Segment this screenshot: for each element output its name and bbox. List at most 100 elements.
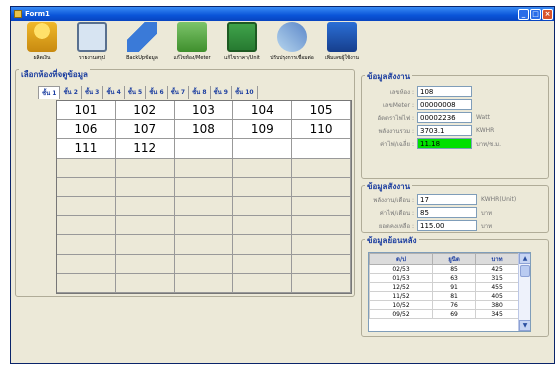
- power-rate-field[interactable]: 00002236: [417, 112, 472, 123]
- history-scrollbar[interactable]: ▲ ▼: [518, 253, 530, 331]
- toolbar-button-report[interactable]: รายงานสรุป: [67, 21, 117, 65]
- empty-room-cell: [174, 235, 234, 255]
- room-cell[interactable]: 107: [115, 120, 175, 140]
- room-cell[interactable]: 105: [292, 101, 351, 121]
- field-monthly-energy: พลังงาน/เดือน : 17 KWHR(Unit): [373, 194, 517, 205]
- window-title: Form1: [25, 10, 50, 18]
- balance-field[interactable]: 115.00: [417, 220, 477, 231]
- empty-room-cell: [174, 254, 234, 274]
- history-row[interactable]: 10/52 76 380: [369, 300, 519, 310]
- room-cell[interactable]: 102: [115, 101, 175, 121]
- field-balance: ยอดคงเหลือ : 115.00 บาท: [378, 220, 493, 231]
- empty-room-cell: [292, 235, 351, 255]
- history-cell: 76: [431, 300, 477, 310]
- history-cell: 345: [475, 309, 519, 319]
- scroll-up-icon[interactable]: ▲: [519, 253, 530, 264]
- field-monthly-cost: ค่าไฟ/เดือน : 85 บาท: [379, 207, 493, 218]
- scroll-thumb[interactable]: [520, 265, 530, 277]
- history-cell: 12/52: [369, 282, 433, 292]
- room-cell[interactable]: 106: [57, 120, 116, 140]
- room-selector-panel: เลือกห้องที่จดูข้อมูล ชั้น 1 ชั้น 2 ชั้น…: [15, 68, 355, 297]
- plug-icon: [277, 22, 307, 52]
- monthly-info-legend: ข้อมูลสังงาน: [365, 180, 413, 193]
- room-cell[interactable]: 108: [174, 120, 234, 140]
- field-total-energy: พลังงานรวม : 3703.1 KWHR: [378, 125, 495, 136]
- empty-room-cell: [233, 273, 293, 293]
- empty-room-cell: [57, 197, 116, 217]
- avg-cost-field[interactable]: 11.18: [417, 138, 472, 149]
- history-cell: 380: [475, 300, 519, 310]
- floor-tabs: ชั้น 1 ชั้น 2 ชั้น 3 ชั้น 4 ชั้น 5 ชั้น …: [38, 86, 258, 99]
- history-row[interactable]: 02/53 85 425: [369, 264, 519, 274]
- empty-room-cell: [57, 273, 116, 293]
- room-cell[interactable]: 112: [115, 139, 175, 159]
- tab-floor-6[interactable]: ชั้น 6: [146, 86, 168, 99]
- empty-room-cell: [115, 235, 175, 255]
- tab-floor-8[interactable]: ชั้น 8: [189, 86, 211, 99]
- history-col-baht: บาท: [475, 253, 519, 265]
- tab-floor-10[interactable]: ชั้น 10: [232, 86, 258, 99]
- empty-room-cell: [115, 177, 175, 197]
- empty-room-cell: [292, 254, 351, 274]
- history-row[interactable]: 09/52 69 345: [369, 309, 519, 319]
- toolbar-button-generate[interactable]: ผลิตเงิน: [17, 21, 67, 65]
- empty-room-cell: [174, 177, 234, 197]
- history-table-container[interactable]: ด/ป ยูนิต บาท 02/53 85 425 01/53 63 315 12/52 9…: [368, 252, 531, 332]
- empty-room-cell: [292, 197, 351, 217]
- room-cell[interactable]: 109: [233, 120, 293, 140]
- toolbar-button-connection[interactable]: ปรับปรุงการเชื่อมต่อ: [267, 21, 317, 65]
- toolbar: ผลิตเงิน รายงานสรุป BackUpข้อมูล แก้ไขห้…: [11, 21, 554, 65]
- empty-room-cell: [233, 197, 293, 217]
- total-energy-field[interactable]: 3703.1: [417, 125, 472, 136]
- history-cell: 01/53: [369, 273, 433, 283]
- history-row[interactable]: 12/52 91 455: [369, 282, 519, 292]
- network-icon: [177, 22, 207, 52]
- meter-number-field[interactable]: 00000008: [417, 99, 472, 110]
- toolbar-button-backup[interactable]: BackUpข้อมูล: [117, 21, 167, 65]
- meter-info-box: ข้อมูลสังงาน เลขห้อง : 108 เลขMeter : 00…: [361, 70, 549, 179]
- empty-room-cell: [57, 158, 116, 178]
- history-cell: 11/52: [369, 291, 433, 301]
- tab-floor-9[interactable]: ชั้น 9: [211, 86, 232, 99]
- tab-floor-1[interactable]: ชั้น 1: [38, 86, 61, 99]
- history-col-date: ด/ป: [369, 253, 433, 265]
- history-cell: 91: [431, 282, 477, 292]
- tab-floor-3[interactable]: ชั้น 3: [82, 86, 104, 99]
- field-rate: อัตตราไฟไฟ : 00002236 Watt: [377, 112, 490, 123]
- empty-room-cell: [115, 273, 175, 293]
- tab-floor-4[interactable]: ชั้น 4: [103, 86, 125, 99]
- minimize-button[interactable]: _: [518, 8, 529, 20]
- meter-info-legend: ข้อมูลสังงาน: [365, 70, 413, 83]
- history-cell: 02/53: [369, 264, 433, 274]
- main-window: Form1 _ □ × ผลิตเงิน รายงานสรุป BackUpข้…: [10, 6, 555, 364]
- toolbar-button-add-user[interactable]: เพิ่มเลขผู้ใช้งาน: [317, 21, 367, 65]
- room-cell[interactable]: 104: [233, 101, 293, 121]
- empty-room-cell: [292, 139, 351, 159]
- close-button[interactable]: ×: [542, 8, 553, 20]
- history-row[interactable]: 01/53 63 315: [369, 273, 519, 283]
- history-col-units: ยูนิต: [431, 253, 477, 265]
- tab-floor-2[interactable]: ชั้น 2: [60, 86, 82, 99]
- history-cell: 81: [431, 291, 477, 301]
- app-icon: [14, 10, 22, 18]
- room-cell[interactable]: 101: [57, 101, 116, 121]
- tab-floor-7[interactable]: ชั้น 7: [168, 86, 190, 99]
- toolbar-button-edit-price[interactable]: แก้ไขราคา/Unit: [217, 21, 267, 65]
- maximize-button[interactable]: □: [530, 8, 541, 20]
- toolbar-button-edit-meter[interactable]: แก้ไขห้อง/Meter: [167, 21, 217, 65]
- monthly-energy-field[interactable]: 17: [417, 194, 477, 205]
- field-meter: เลขMeter : 00000008: [366, 99, 472, 110]
- tab-floor-5[interactable]: ชั้น 5: [125, 86, 147, 99]
- room-panel-legend: เลือกห้องที่จดูข้อมูล: [19, 68, 90, 81]
- history-row[interactable]: 11/52 81 405: [369, 291, 519, 301]
- scroll-down-icon[interactable]: ▼: [519, 320, 530, 331]
- room-cell[interactable]: 103: [174, 101, 234, 121]
- room-number-field[interactable]: 108: [417, 86, 472, 97]
- room-cell[interactable]: 111: [57, 139, 116, 159]
- history-box: ข้อมูลย้อนหลัง ด/ป ยูนิต บาท 02/53 85 425 0…: [361, 234, 549, 337]
- monthly-cost-field[interactable]: 85: [417, 207, 477, 218]
- empty-room-cell: [292, 273, 351, 293]
- history-cell: 85: [431, 264, 477, 274]
- empty-room-cell: [233, 254, 293, 274]
- room-cell[interactable]: 110: [292, 120, 351, 140]
